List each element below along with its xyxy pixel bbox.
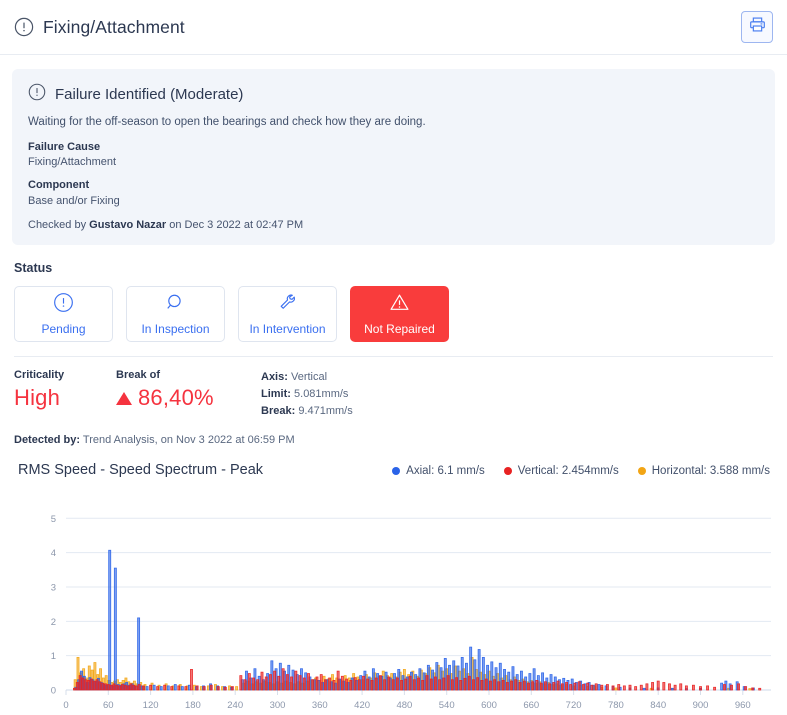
chart-legend: Axial: 6.1 mm/s Vertical: 2.454mm/s Hori… [392, 465, 770, 477]
component-value: Base and/or Fixing [28, 195, 120, 208]
limit-label: Limit: [261, 388, 291, 401]
alert-header: Failure Identified (Moderate) [28, 83, 759, 106]
axis-value: Vertical [290, 371, 328, 384]
wrench-icon [277, 292, 298, 318]
failure-detail-page: Fixing/Attachment Failure Identified (Mo… [0, 0, 787, 715]
svg-text:240: 240 [227, 700, 243, 711]
limit-row: Limit: 5.081mm/s [261, 386, 353, 403]
page-header: Fixing/Attachment [0, 0, 787, 55]
svg-text:120: 120 [143, 700, 159, 711]
break-of-label: Break of [116, 369, 161, 382]
status-label: Not Repaired [364, 322, 435, 337]
svg-text:540: 540 [439, 700, 455, 711]
svg-text:180: 180 [185, 700, 201, 711]
legend-label: Axial: 6.1 mm/s [406, 465, 485, 478]
status-button-in-intervention[interactable]: In Intervention [238, 286, 337, 343]
header-left: Fixing/Attachment [14, 17, 185, 38]
alert-circle-icon [14, 17, 34, 37]
svg-text:60: 60 [103, 700, 114, 711]
checked-by-line: Checked by Gustavo Nazar on Dec 3 2022 a… [28, 219, 759, 231]
break-of-value: 86,40% [138, 385, 214, 411]
speed-spectrum-chart[interactable]: 0 1 2 3 4 5 0 60 120 180 240 300 360 420 480 540 600 660 7… [0, 490, 787, 715]
svg-text:4: 4 [51, 549, 56, 560]
status-label: In Intervention [249, 322, 326, 337]
legend-dot [503, 467, 512, 476]
alert-circle-icon [28, 83, 46, 106]
legend-label: Horizontal: 3.588 mm/s [651, 465, 770, 478]
alert-circle-icon [53, 292, 74, 318]
status-button-in-inspection[interactable]: In Inspection [126, 286, 225, 343]
break-of-block: Break of 86,40% [116, 369, 261, 411]
criticality-label: Criticality [14, 369, 65, 382]
warning-triangle-icon [389, 292, 410, 318]
svg-text:900: 900 [693, 700, 709, 711]
svg-text:960: 960 [735, 700, 751, 711]
failure-cause-field: Failure Cause Fixing/Attachment [28, 140, 759, 172]
detected-by-label: Detected by: [14, 434, 81, 447]
checked-prefix: Checked by [28, 219, 90, 232]
status-button-pending[interactable]: Pending [14, 286, 113, 343]
printer-icon [749, 16, 766, 38]
svg-text:360: 360 [312, 700, 328, 711]
legend-dot [637, 467, 646, 476]
break-value: 9.471mm/s [298, 405, 353, 418]
break-of-value-wrap: 86,40% [116, 385, 261, 411]
svg-text:420: 420 [354, 700, 370, 711]
status-button-not-repaired[interactable]: Not Repaired [350, 286, 449, 343]
failure-cause-label: Failure Cause [28, 140, 101, 153]
component-field: Component Base and/or Fixing [28, 178, 759, 210]
status-button-group: Pending In Inspection In Intervention No… [14, 286, 787, 343]
detected-by-line: Detected by: Trend Analysis, on Nov 3 20… [14, 434, 787, 446]
chart-title: RMS Speed - Speed Spectrum - Peak [18, 462, 264, 479]
legend-dot [392, 467, 401, 476]
criticality-block: Criticality High [14, 369, 116, 411]
break-label: Break: [261, 405, 296, 418]
metrics-row: Criticality High Break of 86,40% Axis: V… [14, 369, 787, 420]
svg-text:660: 660 [523, 700, 539, 711]
detected-by-value: Trend Analysis, on Nov 3 2022 at 06:59 P… [82, 434, 295, 447]
svg-text:840: 840 [650, 700, 666, 711]
status-label: In Inspection [141, 322, 210, 337]
svg-text:2: 2 [51, 617, 56, 628]
alert-title: Failure Identified (Moderate) [55, 86, 244, 103]
legend-item-horizontal[interactable]: Horizontal: 3.588 mm/s [637, 465, 770, 478]
svg-text:600: 600 [481, 700, 497, 711]
svg-text:0: 0 [51, 686, 56, 697]
axis-label: Axis: [261, 371, 288, 384]
component-label: Component [28, 179, 90, 192]
failure-alert-panel: Failure Identified (Moderate) Waiting fo… [12, 69, 775, 246]
magnifier-icon [165, 292, 186, 318]
axis-info-block: Axis: Vertical Limit: 5.081mm/s Break: 9… [261, 369, 353, 420]
failure-cause-value: Fixing/Attachment [28, 156, 117, 169]
limit-value: 5.081mm/s [294, 388, 349, 401]
legend-item-axial[interactable]: Axial: 6.1 mm/s [392, 465, 485, 477]
legend-item-vertical[interactable]: Vertical: 2.454mm/s [503, 465, 619, 478]
svg-text:480: 480 [396, 700, 412, 711]
legend-label: Vertical: 2.454mm/s [517, 465, 619, 478]
checked-by-name: Gustavo Nazar [89, 219, 167, 232]
criticality-value: High [14, 385, 61, 411]
checked-suffix: on Dec 3 2022 at 02:47 PM [166, 219, 304, 232]
section-divider [14, 356, 773, 358]
triangle-up-icon [116, 391, 132, 405]
svg-text:0: 0 [63, 700, 68, 711]
svg-text:780: 780 [608, 700, 624, 711]
status-section-title: Status [14, 261, 53, 276]
axis-row: Axis: Vertical [261, 369, 353, 386]
svg-text:720: 720 [566, 700, 582, 711]
status-label: Pending [41, 322, 86, 337]
svg-text:5: 5 [51, 514, 56, 525]
alert-description: Waiting for the off-season to open the b… [28, 116, 426, 128]
break-row: Break: 9.471mm/s [261, 403, 353, 420]
print-button[interactable] [741, 11, 773, 43]
page-title: Fixing/Attachment [43, 16, 185, 37]
svg-text:300: 300 [270, 700, 286, 711]
svg-text:3: 3 [51, 583, 56, 594]
chart-section: RMS Speed - Speed Spectrum - Peak Axial:… [0, 462, 787, 715]
svg-text:1: 1 [51, 652, 56, 663]
